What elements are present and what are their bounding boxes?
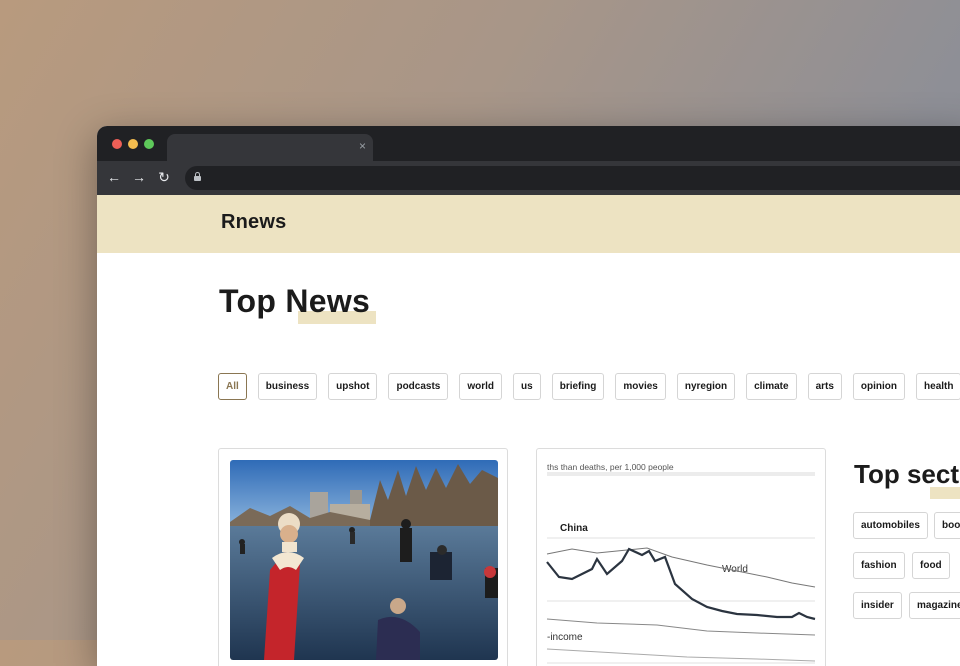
category-filter-bar: All business upshot podcasts world us briefing… bbox=[218, 373, 960, 401]
section-chip-insider[interactable]: insider bbox=[853, 592, 902, 619]
filter-chip-all[interactable]: All bbox=[218, 373, 247, 400]
line-chart-graphic: China World -income bbox=[546, 472, 816, 664]
filter-chip-nyregion[interactable]: nyregion bbox=[676, 373, 736, 400]
address-bar[interactable] bbox=[185, 166, 960, 190]
news-photo[interactable] bbox=[230, 460, 498, 660]
filter-chip-arts[interactable]: arts bbox=[807, 373, 842, 400]
browser-window: × ← → ↻ Rnews Top News All business upshot… bbox=[97, 126, 960, 666]
forward-arrow-icon[interactable]: → bbox=[130, 168, 148, 186]
browser-tab[interactable]: × bbox=[167, 134, 373, 161]
chart-label-china: China bbox=[560, 523, 588, 534]
sections-title: Top secti bbox=[854, 459, 960, 489]
news-card[interactable] bbox=[218, 448, 508, 666]
title-bar: × bbox=[97, 126, 960, 161]
filter-chip-us[interactable]: us bbox=[513, 373, 541, 400]
photo-illustration bbox=[230, 460, 498, 660]
section-chip-fashion[interactable]: fashion bbox=[853, 552, 905, 579]
filter-chip-briefing[interactable]: briefing bbox=[551, 373, 605, 400]
lock-icon bbox=[194, 172, 201, 181]
back-arrow-icon[interactable]: ← bbox=[105, 168, 123, 186]
filter-chip-business[interactable]: business bbox=[257, 373, 318, 400]
close-window-icon[interactable] bbox=[112, 139, 122, 149]
filter-chip-opinion[interactable]: opinion bbox=[852, 373, 906, 400]
reload-icon[interactable]: ↻ bbox=[155, 168, 173, 186]
filter-chip-climate[interactable]: climate bbox=[746, 373, 797, 400]
page-title: Top News bbox=[219, 283, 371, 319]
minimize-window-icon[interactable] bbox=[128, 139, 138, 149]
filter-chip-movies[interactable]: movies bbox=[615, 373, 666, 400]
chart-label-income: -income bbox=[547, 632, 583, 643]
section-chip-magazine[interactable]: magazine bbox=[909, 592, 960, 619]
filter-chip-health[interactable]: health bbox=[916, 373, 960, 400]
chart-label-world: World bbox=[722, 564, 748, 575]
filter-chip-upshot[interactable]: upshot bbox=[328, 373, 378, 400]
chart-card[interactable]: ths than deaths, per 1,000 people China … bbox=[536, 448, 826, 666]
tab-close-icon[interactable]: × bbox=[359, 139, 366, 153]
web-page: Rnews Top News All business upshot podcasts… bbox=[97, 195, 960, 666]
section-chip-food[interactable]: food bbox=[912, 552, 950, 579]
maximize-window-icon[interactable] bbox=[144, 139, 154, 149]
filter-chip-world[interactable]: world bbox=[459, 373, 503, 400]
site-logo[interactable]: Rnews bbox=[221, 211, 286, 234]
section-chip-automobiles[interactable]: automobiles bbox=[853, 512, 928, 539]
browser-toolbar: ← → ↻ bbox=[97, 161, 960, 195]
section-chip-books[interactable]: book bbox=[934, 512, 960, 539]
filter-chip-podcasts[interactable]: podcasts bbox=[388, 373, 449, 400]
site-header: Rnews bbox=[97, 195, 960, 253]
